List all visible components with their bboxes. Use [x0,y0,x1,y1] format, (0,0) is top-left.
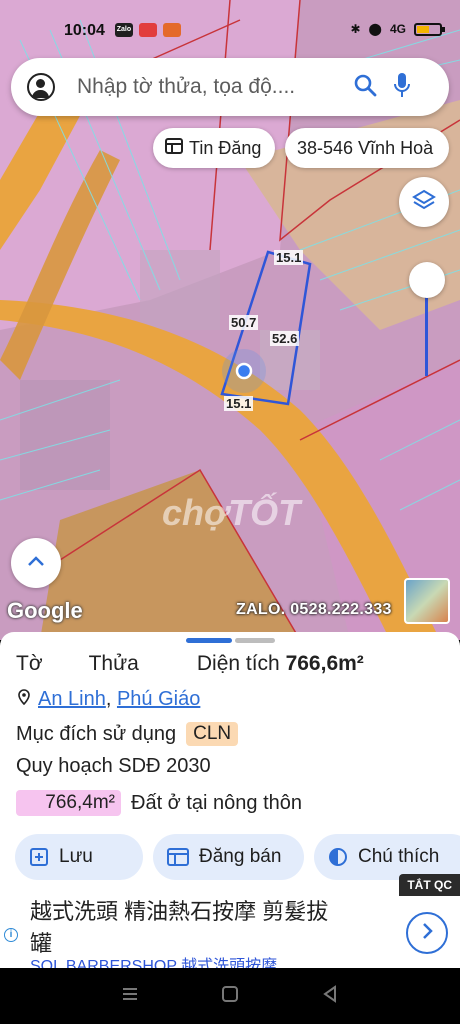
ad-line-3: SOL BARBERSHOP 越式洗頭按摩 [30,958,278,969]
home-icon[interactable] [221,985,239,1008]
location-row: An Linh , Phú Giáo [18,688,200,711]
ad-text[interactable]: 越式洗頭 精油熱石按摩 剪髮拔 罐 SOL BARBERSHOP 越式洗頭按摩 [30,896,390,968]
tin-dang-chip[interactable]: Tin Đăng [153,128,275,168]
status-bar: 10:04 Zalo ✱ ⬤ 4G [0,0,460,60]
system-navigation-bar [0,968,460,1024]
plan-row: 766,4m² Đất ở tại nông thôn [16,790,302,816]
layers-button[interactable] [399,177,449,227]
area-value: 766,6m² [285,652,364,675]
chevron-up-icon [27,554,45,572]
recents-icon[interactable] [121,985,139,1008]
to-label: Tờ [16,652,43,675]
tin-dang-label: Tin Đăng [189,137,262,158]
ad-go-button[interactable] [406,912,448,954]
purpose-row: Mục đích sử dụng CLN [16,722,239,746]
contrast-icon [328,847,348,867]
plan-area-badge: 766,4m² [16,790,121,816]
search-icon[interactable] [353,73,377,102]
area-label: Diện tích [196,652,280,675]
post-sale-button[interactable]: Đăng bán [153,834,304,880]
parcel-info-sheet[interactable]: Tờ Thửa Diện tích 766,6m² An Linh , Phú … [0,632,460,896]
location-dot [235,362,253,380]
dimension-label-left: 50.7 [229,315,259,330]
listing-icon [165,137,183,160]
pin-icon [18,688,30,711]
back-icon[interactable] [321,984,339,1008]
save-button[interactable]: Lưu [15,834,143,880]
save-label: Lưu [59,846,93,867]
app-notification-icon-2 [162,23,181,37]
sheet-handle-active[interactable] [186,638,232,643]
close-ad-button[interactable]: TẮT QC [399,874,460,896]
purpose-code-badge: CLN [186,722,239,746]
bluetooth-icon: ✱ [350,22,361,36]
dimension-label-top: 15.1 [274,250,304,265]
district-link[interactable]: Phú Giáo [117,688,200,711]
expand-up-button[interactable] [11,538,61,588]
account-icon[interactable] [27,73,55,101]
dimension-label-right: 52.6 [270,331,300,346]
info-icon[interactable]: i [4,928,18,942]
ad-line-1: 越式洗頭 精油熱石按摩 剪髮拔 [30,899,329,924]
address-chip[interactable]: 38-546 Vĩnh Hoà [285,128,449,168]
google-logo: Google [7,598,83,623]
ad-thumbnail-image[interactable] [404,578,450,624]
layers-icon [412,188,436,217]
chevron-right-icon [421,922,433,945]
ad-line-2: 罐 [30,931,53,956]
address-label: 38-546 Vĩnh Hoà [297,137,434,158]
location-status-icon: ⬤ [368,22,382,36]
zalo-contact-text: ZALO. 0528.222.333 [236,601,392,618]
listing-icon [167,847,189,867]
commune-link[interactable]: An Linh [38,688,106,711]
plan-type: Đất ở tại nông thôn [131,791,303,814]
battery-icon [414,22,445,36]
status-time: 10:04 [64,22,105,39]
post-sale-label: Đăng bán [199,846,282,867]
app-notification-icon [138,23,157,37]
network-type: 4G [389,22,406,36]
opacity-slider-handle[interactable] [409,262,445,298]
thua-label: Thửa [88,652,139,675]
add-bookmark-icon [29,847,49,867]
parcel-header: Tờ Thửa Diện tích 766,6m² [16,652,446,676]
chotot-watermark: chợTỐT [162,492,301,533]
search-bar[interactable] [11,58,449,116]
plan-label: Quy hoạch SDĐ 2030 [16,755,211,777]
legend-label: Chú thích [358,846,440,867]
ad-banner[interactable]: TẮT QC i 越式洗頭 精油熱石按摩 剪髮拔 罐 SOL BARBERSHO… [0,874,460,968]
purpose-label: Mục đích sử dụng [16,722,177,745]
microphone-icon[interactable] [393,72,411,103]
sheet-handle[interactable] [235,638,275,643]
dimension-label-bottom: 15.1 [224,396,254,411]
search-input[interactable] [77,75,339,99]
location-separator: , [105,688,117,710]
zalo-app-icon: Zalo [114,23,133,37]
